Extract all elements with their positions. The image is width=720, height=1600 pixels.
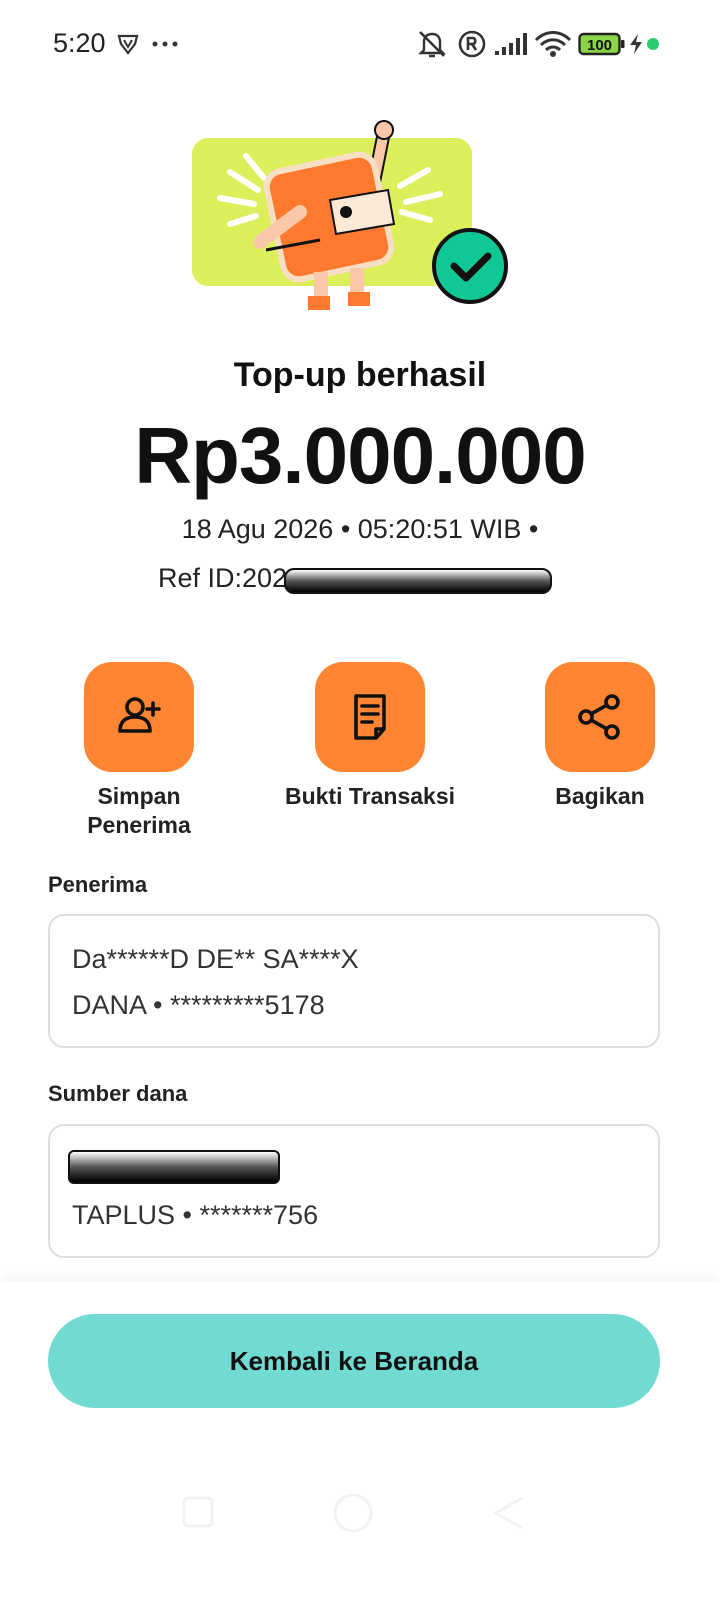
mute-bell-icon [418, 31, 446, 58]
signal-icon [495, 33, 527, 55]
share-button[interactable] [545, 662, 655, 772]
back-nav-icon[interactable] [492, 1494, 524, 1532]
status-time: 5:20 [53, 28, 106, 58]
charging-icon [630, 34, 642, 54]
transaction-receipt-action[interactable]: Bukti Transaksi [270, 662, 470, 811]
source-account: TAPLUS • *******756 [72, 1200, 319, 1230]
system-nav-bar [0, 1470, 720, 1560]
recipient-card: Da******D DE** SA****X DANA • *********5… [48, 914, 660, 1048]
home-nav-icon[interactable] [332, 1492, 374, 1534]
save-recipient-action[interactable]: Simpan Penerima [39, 662, 239, 840]
source-card: TAPLUS • *******756 [48, 1124, 660, 1258]
status-bar: 5:20 100 [0, 0, 720, 88]
redaction-bar [284, 568, 552, 594]
battery-icon: 100 [578, 32, 625, 56]
registered-icon [458, 30, 486, 58]
add-user-icon [118, 697, 161, 733]
more-dots-icon [152, 41, 178, 47]
transaction-datetime: 18 Agu 2026 • 05:20:51 WIB • [181, 514, 539, 544]
save-recipient-button[interactable] [84, 662, 194, 772]
dot-indicator-icon [647, 38, 659, 50]
share-label: Bagikan [555, 783, 645, 809]
recipient-account: DANA • *********5178 [72, 990, 325, 1020]
svg-text:100: 100 [587, 37, 612, 54]
wifi-icon [534, 31, 572, 57]
recipient-name: Da******D DE** SA****X [72, 944, 359, 974]
share-action[interactable]: Bagikan [500, 662, 700, 811]
vpn-shield-icon [117, 34, 139, 55]
page-title: Top-up berhasil [233, 356, 487, 394]
save-recipient-label: Simpan Penerima [87, 783, 191, 838]
recipient-section-label: Penerima [48, 872, 148, 897]
share-icon [578, 694, 620, 740]
source-section-label: Sumber dana [48, 1081, 188, 1106]
success-illustration [192, 120, 512, 310]
back-to-home-button[interactable]: Kembali ke Beranda [48, 1314, 660, 1408]
reference-id: Ref ID:202 [158, 563, 287, 594]
transaction-receipt-button[interactable] [315, 662, 425, 772]
amount-value: Rp3.000.000 [134, 411, 587, 500]
recent-apps-icon[interactable] [182, 1496, 214, 1528]
reference-id-text: Ref ID:202 [158, 563, 288, 593]
redaction-bar [68, 1150, 280, 1184]
receipt-icon [354, 694, 386, 740]
transaction-receipt-label: Bukti Transaksi [284, 783, 456, 809]
